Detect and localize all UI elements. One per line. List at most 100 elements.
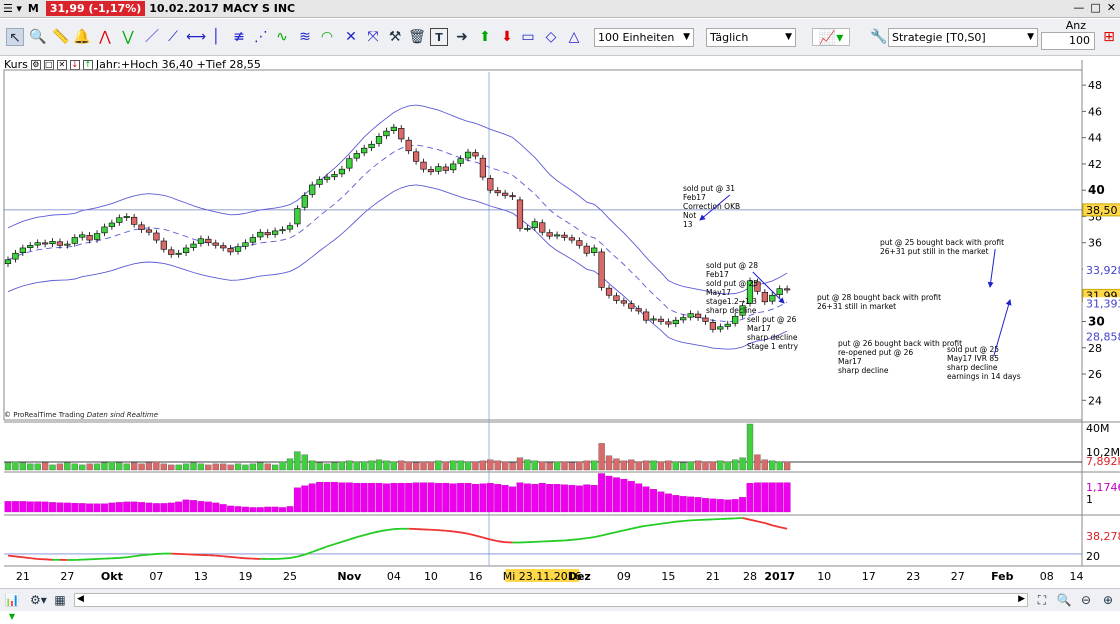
hammer-icon[interactable]: ⚒: [386, 28, 404, 46]
volume-bar: [331, 463, 337, 470]
chevron-down-icon: ▼: [1027, 29, 1034, 46]
zoom-icon[interactable]: 🔍: [29, 28, 47, 46]
zoom-tool-icon[interactable]: 🔍: [1056, 592, 1072, 608]
indicator-line-segment: [290, 557, 297, 558]
scroll-right-icon[interactable]: ▶: [1018, 594, 1025, 604]
maximize-icon[interactable]: □: [1090, 1, 1100, 14]
period-select[interactable]: Täglich ▼: [706, 28, 796, 47]
wrench-icon[interactable]: 🔧: [870, 28, 888, 46]
expand-arrows-icon[interactable]: ⤧: [364, 28, 382, 46]
indicator-line-segment: [668, 522, 675, 523]
arrow-right-icon[interactable]: ➜: [453, 28, 471, 46]
pointer-icon[interactable]: ↖: [6, 28, 24, 46]
volume-bar: [361, 462, 367, 470]
candle: [591, 248, 597, 253]
candle: [295, 209, 301, 224]
candle: [124, 216, 130, 217]
units-select[interactable]: 100 Einheiten ▼: [594, 28, 694, 47]
volume-bar: [205, 465, 211, 470]
candle: [643, 312, 649, 320]
indicator-line-segment: [283, 558, 290, 559]
trendline-icon[interactable]: ／: [143, 28, 161, 46]
pink-histogram-bar: [71, 503, 78, 512]
zigzag-icon[interactable]: ∿: [273, 28, 291, 46]
pink-histogram-bar: [294, 488, 301, 512]
chart-type-icon[interactable]: 📈▾: [812, 28, 850, 46]
pink-histogram-bar: [316, 482, 323, 512]
x-tick-label: 21: [16, 570, 30, 583]
candle: [72, 237, 78, 243]
text-icon[interactable]: T: [430, 28, 448, 46]
anz-quantity-input[interactable]: 100: [1041, 32, 1095, 50]
x-tick-label: Feb: [991, 570, 1014, 583]
settings-icon[interactable]: ⚙▾: [30, 592, 46, 608]
zoom-in-icon[interactable]: ⊕: [1100, 592, 1116, 608]
volume-bar: [228, 465, 234, 470]
wave-icon[interactable]: ⋁: [119, 28, 137, 46]
pink-histogram-bar: [480, 484, 487, 512]
volume-bar: [651, 461, 657, 470]
pattern-icon[interactable]: ⋀: [96, 28, 114, 46]
candle: [680, 318, 686, 320]
pink-histogram-bar: [576, 486, 583, 512]
arc-icon[interactable]: ◠: [318, 28, 336, 46]
trash-icon[interactable]: 🗑: [408, 28, 426, 46]
pink-histogram-bar: [20, 501, 27, 512]
strategy-select[interactable]: Strategie [T0,S0] ▼: [888, 28, 1038, 47]
pink-histogram-bar: [153, 503, 160, 512]
indicator-add-icon[interactable]: 📊▾: [4, 592, 20, 608]
zoom-out-icon[interactable]: ⊖: [1078, 592, 1094, 608]
horizontal-line-icon[interactable]: ⟷: [186, 28, 204, 46]
vertical-line-icon[interactable]: │: [207, 28, 225, 46]
pink-histogram-bar: [287, 506, 294, 512]
order-ticket-icon[interactable]: ⊞: [1100, 28, 1118, 46]
alarm-icon[interactable]: 🔔: [73, 28, 91, 46]
autoscale-icon[interactable]: ⛶: [1034, 592, 1050, 608]
ruler-icon[interactable]: 📏: [52, 28, 70, 46]
volume-bar: [502, 462, 508, 470]
ellipse-icon[interactable]: ◇: [542, 28, 560, 46]
rectangle-icon[interactable]: ▭: [519, 28, 537, 46]
channel-icon[interactable]: ≢: [230, 28, 248, 46]
indicator-line-segment: [142, 555, 149, 556]
symbol-label: M: [25, 2, 42, 15]
table-icon[interactable]: ▦: [52, 592, 68, 608]
horizontal-scrollbar[interactable]: ◀ ▶: [74, 593, 1028, 607]
annotation-text: put @ 25 bought back with profit26+31 pu…: [880, 238, 1004, 256]
menu-icon[interactable]: ☰ ▾: [0, 2, 25, 15]
volume-bar: [480, 461, 486, 470]
volume-bar: [702, 462, 708, 470]
volume-bar: [421, 462, 427, 470]
pink-histogram-bar: [457, 483, 464, 512]
volume-bar: [131, 463, 137, 470]
ray-icon[interactable]: ⟋: [164, 28, 182, 46]
cross-arrows-icon[interactable]: ✕: [342, 28, 360, 46]
indicator-line-segment: [757, 521, 764, 523]
scroll-left-icon[interactable]: ◀: [77, 594, 84, 604]
candle: [257, 232, 263, 237]
volume-bar: [584, 461, 590, 470]
volume-bar: [688, 462, 694, 470]
volume-bar: [57, 464, 63, 470]
arrow-down-icon[interactable]: ⬇: [498, 28, 516, 46]
triangle-icon[interactable]: △: [565, 28, 583, 46]
close-icon[interactable]: ✕: [1107, 1, 1116, 14]
indicator-line-segment: [646, 525, 653, 526]
candle: [250, 237, 256, 242]
x-tick-label: 04: [387, 570, 401, 583]
indicator-line-segment: [357, 535, 364, 537]
price-chart[interactable]: 4846444240383634323028262438,5033,92831,…: [0, 57, 1120, 587]
pink-histogram-bar: [116, 502, 123, 512]
annotation-arrow: [994, 300, 1010, 356]
fan-icon[interactable]: ⋰: [252, 28, 270, 46]
bottom-toolbar: 📊▾ ⚙▾ ▦ ◀ ▶ ⛶ 🔍 ⊖ ⊕: [0, 588, 1120, 611]
volume-bar: [272, 465, 278, 470]
x-tick-label: 15: [661, 570, 675, 583]
minimize-icon[interactable]: —: [1073, 1, 1084, 14]
pink-histogram-bar: [190, 500, 197, 512]
fibonacci-icon[interactable]: ≋: [296, 28, 314, 46]
x-tick-label: 28: [743, 570, 757, 583]
indicator-line-segment: [134, 555, 141, 556]
y-tick-label: 24: [1088, 394, 1102, 407]
arrow-up-icon[interactable]: ⬆: [476, 28, 494, 46]
